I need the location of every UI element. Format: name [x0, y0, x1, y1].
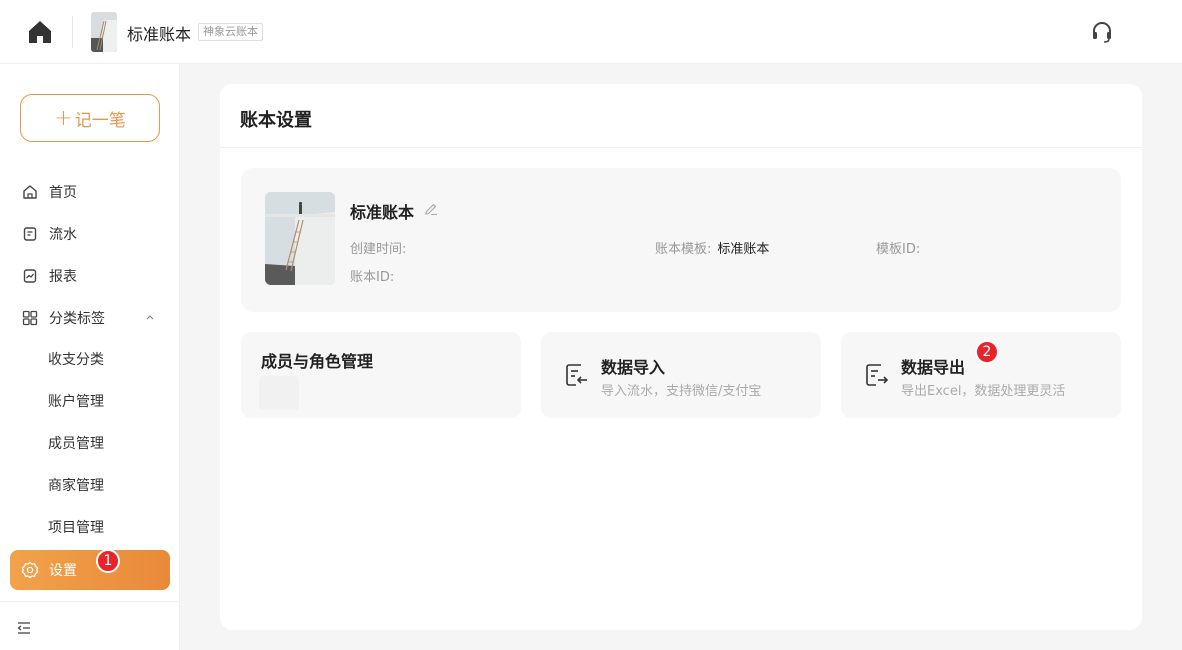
- edit-icon[interactable]: [424, 202, 438, 216]
- data-import-card[interactable]: 数据导入 导入流水，支持微信/支付宝: [541, 332, 821, 418]
- gear-icon: [21, 561, 39, 579]
- data-import-subtitle: 导入流水，支持微信/支付宝: [601, 384, 762, 399]
- chevron-up-icon[interactable]: [144, 311, 156, 323]
- record-button[interactable]: + 记一笔: [20, 94, 160, 142]
- export-step-badge: 2: [975, 340, 999, 364]
- settings-step-badge: 1: [96, 549, 120, 573]
- book-name: 标准账本: [350, 203, 415, 222]
- top-header: 标准账本 神象云账本: [0, 0, 1182, 64]
- members-roles-title: 成员与角色管理: [261, 352, 374, 371]
- book-template-value: 标准账本: [717, 242, 770, 257]
- sidebar-sub-income-expense[interactable]: 收支分类: [48, 339, 104, 379]
- panel-divider: [220, 147, 1142, 148]
- export-icon: [864, 362, 890, 388]
- bookmark-icon: [21, 225, 39, 243]
- sidebar-sub-projects[interactable]: 项目管理: [48, 507, 104, 547]
- sidebar-item-transactions[interactable]: 流水: [10, 214, 170, 254]
- book-settings-panel: 账本设置 标准账本 创建时间: 账本模板: 标准账本 模板ID: 账本ID: 成…: [220, 84, 1142, 630]
- book-cover-image[interactable]: [265, 192, 335, 285]
- book-id-label: 账本ID:: [350, 270, 395, 285]
- sidebar-item-label: 分类标签: [49, 311, 105, 327]
- sidebar-item-reports[interactable]: 报表: [10, 256, 170, 296]
- header-divider: [72, 16, 73, 48]
- sidebar-item-label: 流水: [49, 227, 77, 243]
- sidebar-sub-accounts[interactable]: 账户管理: [48, 381, 104, 421]
- home-outline-icon: [21, 183, 39, 201]
- headset-icon[interactable]: [1090, 20, 1114, 44]
- data-export-card[interactable]: 数据导出 导出Excel，数据处理更灵活 2: [841, 332, 1121, 418]
- members-placeholder: [259, 376, 299, 410]
- home-icon[interactable]: [26, 18, 54, 46]
- sidebar-divider: [0, 601, 180, 602]
- members-roles-card[interactable]: 成员与角色管理: [241, 332, 521, 418]
- sidebar-item-settings[interactable]: 设置: [10, 550, 170, 590]
- collapse-menu-icon[interactable]: [16, 620, 32, 636]
- sidebar-item-label: 设置: [49, 563, 77, 579]
- template-id: 模板ID:: [876, 238, 926, 257]
- book-info-card: 标准账本 创建时间: 账本模板: 标准账本 模板ID: 账本ID:: [241, 168, 1121, 312]
- record-button-label: 记一笔: [74, 110, 126, 131]
- page-title: 账本设置: [240, 110, 312, 131]
- book-thumbnail[interactable]: [91, 12, 117, 52]
- book-id: 账本ID:: [350, 266, 400, 285]
- sidebar-sub-members[interactable]: 成员管理: [48, 423, 104, 463]
- created-time: 创建时间:: [350, 238, 412, 257]
- data-export-subtitle: 导出Excel，数据处理更灵活: [901, 384, 1066, 399]
- book-title[interactable]: 标准账本: [127, 21, 191, 45]
- book-template: 账本模板: 标准账本: [655, 238, 769, 257]
- sidebar-sub-merchants[interactable]: 商家管理: [48, 465, 104, 505]
- data-import-title: 数据导入: [601, 358, 666, 377]
- import-icon: [564, 362, 590, 388]
- data-export-title: 数据导出: [901, 358, 966, 377]
- sidebar-item-home[interactable]: 首页: [10, 172, 170, 212]
- chart-icon: [21, 267, 39, 285]
- sidebar-item-categories[interactable]: 分类标签: [10, 298, 170, 338]
- plus-icon: +: [54, 105, 73, 131]
- sidebar: + 记一笔 首页 流水 报表 分类标签 收支分类 账户管理 成员管理 商家管理 …: [0, 64, 180, 650]
- sidebar-item-label: 报表: [49, 269, 77, 285]
- book-template-label: 账本模板:: [655, 242, 712, 257]
- sidebar-item-label: 首页: [49, 185, 77, 201]
- grid-icon: [21, 309, 39, 327]
- template-id-label: 模板ID:: [876, 242, 921, 257]
- book-tag: 神象云账本: [198, 23, 263, 41]
- created-time-label: 创建时间:: [350, 242, 407, 257]
